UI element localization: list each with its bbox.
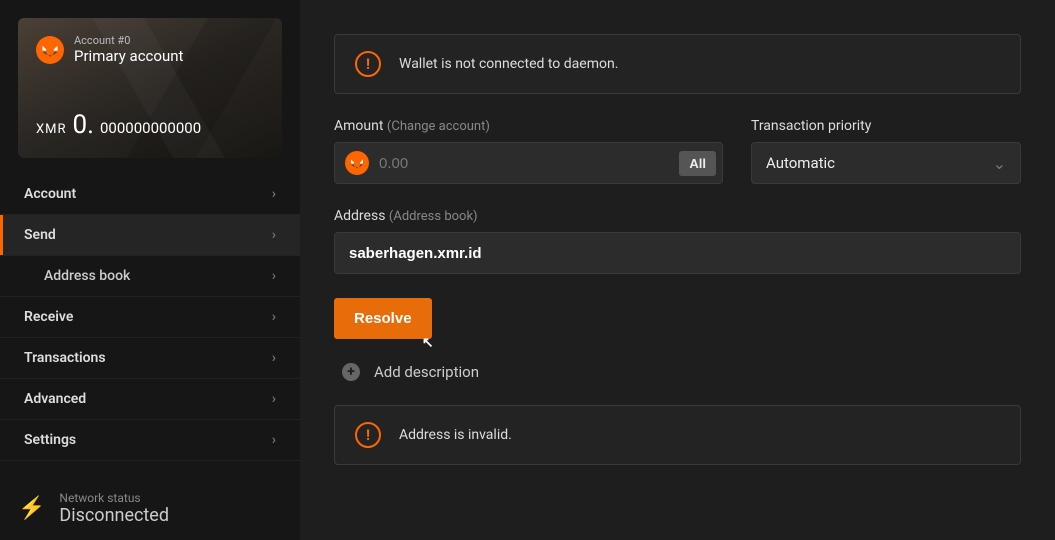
nav-account[interactable]: Account › bbox=[0, 174, 300, 215]
nav-label: Address book bbox=[44, 268, 130, 284]
nav-label: Receive bbox=[24, 309, 73, 325]
nav-send[interactable]: Send › bbox=[0, 215, 300, 256]
warning-icon: ! bbox=[355, 422, 381, 448]
chevron-right-icon: › bbox=[272, 268, 276, 284]
nav-receive[interactable]: Receive › bbox=[0, 297, 300, 338]
nav-label: Advanced bbox=[24, 391, 86, 407]
add-description-button[interactable]: + Add description bbox=[342, 363, 1021, 381]
chevron-down-icon: ⌄ bbox=[993, 154, 1006, 173]
priority-label: Transaction priority bbox=[751, 118, 1021, 134]
balance: XMR 0. 000000000000 bbox=[36, 110, 201, 140]
priority-value: Automatic bbox=[766, 154, 835, 172]
nav-settings[interactable]: Settings › bbox=[0, 420, 300, 461]
resolve-button[interactable]: Resolve ↖ bbox=[334, 298, 432, 339]
sidebar-nav: Account › Send › Address book › Receive … bbox=[0, 174, 300, 461]
monero-logo-icon bbox=[36, 36, 64, 64]
amount-label: Amount (Change account) bbox=[334, 118, 723, 134]
address-book-link[interactable]: (Address book) bbox=[389, 209, 478, 224]
address-input[interactable] bbox=[349, 245, 1006, 262]
chevron-right-icon: › bbox=[272, 227, 276, 243]
nav-advanced[interactable]: Advanced › bbox=[0, 379, 300, 420]
chevron-right-icon: › bbox=[272, 432, 276, 448]
balance-fraction: 000000000000 bbox=[100, 119, 201, 137]
amount-input[interactable] bbox=[379, 155, 669, 172]
add-description-label: Add description bbox=[374, 363, 479, 381]
nav-label: Transactions bbox=[24, 350, 106, 366]
chevron-right-icon: › bbox=[272, 350, 276, 366]
balance-currency: XMR bbox=[36, 122, 67, 137]
warning-icon: ! bbox=[355, 51, 381, 77]
sidebar: Account #0 Primary account XMR 0. 000000… bbox=[0, 0, 300, 540]
plus-icon: + bbox=[342, 363, 360, 381]
nav-label: Account bbox=[24, 186, 76, 202]
address-label: Address (Address book) bbox=[334, 208, 1021, 224]
amount-all-button[interactable]: All bbox=[679, 151, 716, 176]
nav-address-book[interactable]: Address book › bbox=[0, 256, 300, 297]
chevron-right-icon: › bbox=[272, 309, 276, 325]
alert-text: Wallet is not connected to daemon. bbox=[399, 56, 618, 72]
network-value: Disconnected bbox=[59, 505, 169, 526]
alert-text: Address is invalid. bbox=[399, 427, 512, 443]
monero-logo-icon bbox=[345, 151, 369, 175]
amount-input-wrap: All bbox=[334, 142, 723, 184]
invalid-address-alert: ! Address is invalid. bbox=[334, 405, 1021, 465]
cursor-icon: ↖ bbox=[422, 334, 434, 351]
account-number: Account #0 bbox=[74, 34, 183, 47]
daemon-alert: ! Wallet is not connected to daemon. bbox=[334, 34, 1021, 94]
nav-label: Send bbox=[24, 227, 56, 243]
network-label: Network status bbox=[59, 492, 169, 505]
account-card[interactable]: Account #0 Primary account XMR 0. 000000… bbox=[18, 18, 282, 158]
account-name: Primary account bbox=[74, 47, 183, 65]
change-account-link[interactable]: (Change account) bbox=[387, 119, 490, 134]
nav-label: Settings bbox=[24, 432, 76, 448]
balance-integer: 0. bbox=[73, 110, 94, 140]
nav-transactions[interactable]: Transactions › bbox=[0, 338, 300, 379]
lightning-icon: ⚡ bbox=[18, 496, 45, 521]
chevron-right-icon: › bbox=[272, 391, 276, 407]
priority-select[interactable]: Automatic ⌄ bbox=[751, 142, 1021, 184]
network-status[interactable]: ⚡ Network status Disconnected bbox=[18, 492, 169, 526]
chevron-right-icon: › bbox=[272, 186, 276, 202]
main-panel: ! Wallet is not connected to daemon. Amo… bbox=[300, 0, 1055, 540]
